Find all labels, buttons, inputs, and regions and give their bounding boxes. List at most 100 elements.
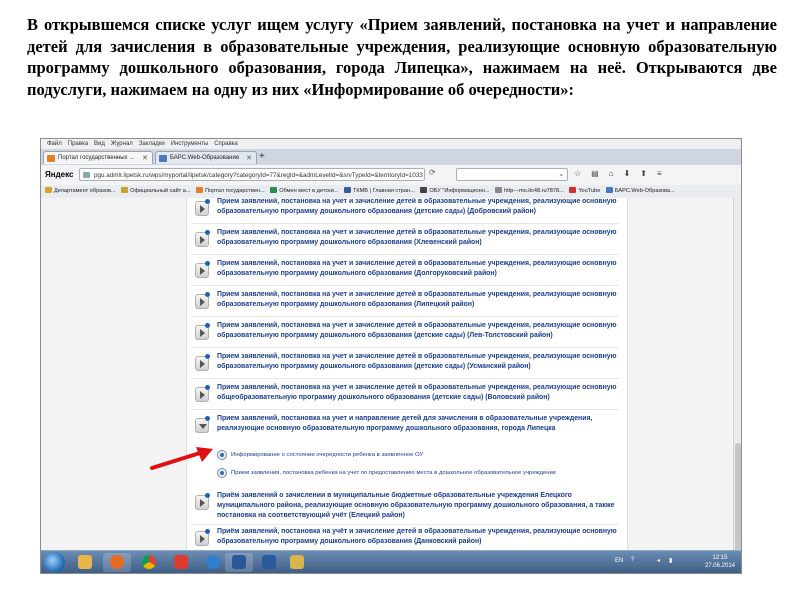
bookmark-icon (605, 187, 613, 193)
subservice-title[interactable]: Прием заявления, постановка ребенка на у… (231, 469, 556, 477)
bookmark-icon (420, 187, 428, 193)
service-title[interactable]: Прием заявлений, постановка на учет и за… (217, 228, 617, 248)
bookmark-item[interactable]: Портал государствен... (196, 185, 265, 198)
menu-history[interactable]: Журнал (111, 141, 133, 147)
service-item-expanded[interactable]: Прием заявлений, постановка на учет и на… (191, 413, 619, 440)
service-item[interactable]: Прием заявлений, постановка на учет и за… (191, 289, 619, 317)
services-list: Прием заявлений, постановка на учет и за… (186, 198, 628, 550)
status-dot-icon (205, 529, 210, 534)
bookmark-icon (495, 187, 503, 193)
language-indicator[interactable]: EN (615, 558, 623, 564)
search-input[interactable]: ⌕ (456, 168, 568, 181)
bookmark-label: БАРС.Web-Образова... (614, 188, 675, 194)
bookmark-item[interactable]: YouTube (569, 185, 600, 198)
taskbar-app[interactable] (103, 553, 131, 572)
share-icon[interactable]: ⬆ (640, 169, 647, 178)
subservice-item[interactable]: Информирование о состоянии очередности р… (217, 448, 617, 464)
taskbar-app[interactable] (167, 553, 195, 572)
windows-taskbar: EN ? ◂ ▮ 12:15 27.06.2014 (41, 550, 741, 573)
bookmarks-bar: Департамент образов... Официальный сайт … (41, 185, 741, 199)
tab-close-icon[interactable]: ✕ (246, 152, 252, 165)
status-dot-icon (205, 416, 210, 421)
service-item[interactable]: Приём заявлений о зачислении в муниципал… (191, 490, 619, 525)
status-dot-icon (205, 385, 210, 390)
status-dot-icon (205, 199, 210, 204)
bookmark-item[interactable]: Обмен мест в детски... (270, 185, 338, 198)
menu-help[interactable]: Справка (214, 141, 238, 147)
home-icon[interactable]: ⌂ (609, 169, 614, 178)
bookmark-item[interactable]: Официальный сайт а... (121, 185, 191, 198)
menu-icon[interactable]: ≡ (657, 169, 662, 178)
status-dot-icon (205, 354, 210, 359)
service-title[interactable]: Прием заявлений, постановка на учет и за… (217, 259, 617, 279)
clock[interactable]: 12:15 27.06.2014 (705, 554, 735, 570)
vertical-scrollbar[interactable] (733, 198, 741, 550)
service-item[interactable]: Прием заявлений, постановка на учет и за… (191, 198, 619, 224)
service-item[interactable]: Приём заявлений, постановка на учёт и за… (191, 526, 619, 550)
service-title[interactable]: Прием заявлений, постановка на учет и на… (217, 414, 617, 434)
bookmark-item[interactable]: БАРС.Web-Образова... (605, 185, 675, 198)
tab-bars-label: БАРС.Web-Образование (170, 155, 240, 161)
service-title[interactable]: Прием заявлений, постановка на учет и за… (217, 290, 617, 310)
bookmark-icon (45, 187, 52, 193)
bookmark-label: ОБУ "Информационн... (429, 188, 490, 194)
windows-explorer-icon (78, 555, 92, 569)
tab-bars[interactable]: БАРС.Web-Образование ✕ (155, 151, 257, 164)
taskbar-app[interactable] (71, 553, 99, 572)
subservice-item[interactable]: Прием заявления, постановка ребенка на у… (217, 466, 617, 482)
service-item[interactable]: Прием заявлений, постановка на учет и за… (191, 258, 619, 286)
taskbar-app[interactable] (225, 553, 253, 572)
menu-tools[interactable]: Инструменты (171, 141, 208, 147)
service-item[interactable]: Прием заявлений, постановка на учет и за… (191, 382, 619, 410)
new-tab-button[interactable]: + (259, 151, 265, 163)
status-dot-icon (205, 493, 210, 498)
taskbar-app[interactable] (283, 553, 311, 572)
subservice-radio-icon[interactable] (217, 468, 227, 478)
menu-file[interactable]: Файл (47, 141, 62, 147)
menu-edit[interactable]: Правка (68, 141, 88, 147)
service-item[interactable]: Прием заявлений, постановка на учет и за… (191, 320, 619, 348)
bookmark-item[interactable]: Департамент образов... (45, 185, 116, 198)
subservice-title[interactable]: Информирование о состоянии очередности р… (231, 451, 423, 459)
bookmark-label: ТКМВ | Главная стран... (352, 188, 415, 194)
bookmark-label: YouTube (578, 188, 601, 194)
network-icon[interactable]: ▮ (669, 557, 672, 564)
service-title[interactable]: Приём заявлений, постановка на учёт и за… (217, 527, 617, 547)
bookmark-star-icon[interactable]: ☆ (574, 169, 581, 178)
firefox-icon (110, 555, 124, 569)
menu-view[interactable]: Вид (94, 141, 105, 147)
taskbar-app[interactable] (199, 553, 227, 572)
service-title[interactable]: Прием заявлений, постановка на учет и за… (217, 321, 617, 341)
status-dot-icon (205, 230, 210, 235)
address-bar[interactable]: pgu.admlr.lipetsk.ru/wps/myportal/lipets… (79, 168, 425, 181)
taskbar-app[interactable] (135, 553, 163, 572)
service-title[interactable]: Приём заявлений о зачислении в муниципал… (217, 491, 617, 521)
address-bar-url: pgu.admlr.lipetsk.ru/wps/myportal/lipets… (94, 172, 423, 179)
scrollbar-thumb[interactable] (735, 443, 741, 550)
yandex-logo: Яндекс (45, 170, 73, 179)
help-icon[interactable]: ? (631, 557, 634, 563)
bookmark-icon (121, 187, 129, 193)
bookmark-item[interactable]: http---mo.itc48.ru7878... (495, 185, 564, 198)
clipboard-icon[interactable]: ▤ (591, 169, 599, 178)
tab-portal[interactable]: Портал государственных ... ✕ (43, 151, 153, 164)
menu-bookmarks[interactable]: Закладки (139, 141, 165, 147)
service-title[interactable]: Прием заявлений, постановка на учет и за… (217, 198, 617, 217)
bookmark-item[interactable]: ОБУ "Информационн... (420, 185, 490, 198)
service-title[interactable]: Прием заявлений, постановка на учет и за… (217, 352, 617, 372)
volume-icon[interactable]: ◂ (657, 557, 660, 564)
tab-portal-label: Портал государственных ... (58, 155, 135, 161)
service-item[interactable]: Прием заявлений, постановка на учет и за… (191, 351, 619, 379)
bookmark-item[interactable]: ТКМВ | Главная стран... (343, 185, 415, 198)
service-item[interactable]: Прием заявлений, постановка на учет и за… (191, 227, 619, 255)
taskbar-app[interactable] (255, 553, 283, 572)
tab-close-icon[interactable]: ✕ (142, 152, 148, 165)
subservice-radio-icon[interactable] (217, 450, 227, 460)
service-title[interactable]: Прием заявлений, постановка на учет и за… (217, 383, 617, 403)
bookmark-icon (343, 187, 351, 193)
download-icon[interactable]: ⬇ (624, 169, 631, 178)
reload-icon[interactable]: ⟳ (429, 168, 436, 177)
yandex-label: Яндекс (45, 170, 74, 179)
start-button[interactable] (44, 552, 65, 573)
bookmark-label: Портал государствен... (205, 188, 265, 194)
